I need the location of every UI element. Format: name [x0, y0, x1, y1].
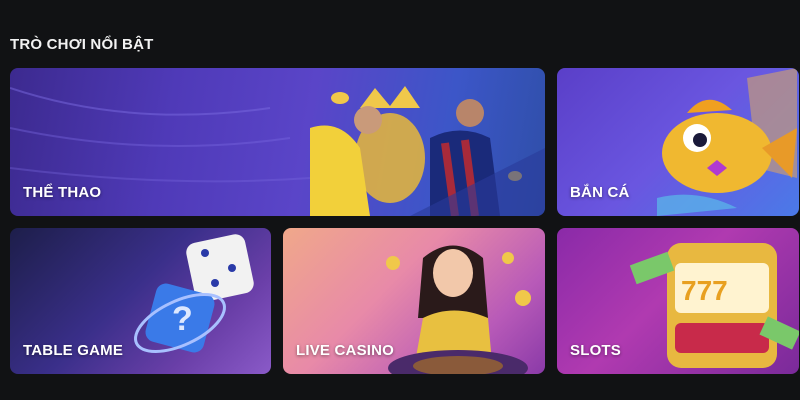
card-label: TABLE GAME	[23, 342, 124, 359]
card-label: SLOTS	[570, 342, 622, 359]
card-label: THỂ THAO	[23, 184, 102, 201]
game-card-sports[interactable]: THỂ THAO	[10, 68, 545, 216]
svg-text:777: 777	[681, 275, 728, 306]
section-title: TRÒ CHƠI NỔI BẬT	[10, 36, 154, 53]
game-card-live-casino[interactable]: LIVE CASINO	[283, 228, 545, 374]
game-card-fishing[interactable]: BẮN CÁ	[557, 68, 799, 216]
svg-text:?: ?	[172, 300, 193, 338]
card-label: LIVE CASINO	[296, 342, 395, 359]
card-label: BẮN CÁ	[570, 184, 630, 201]
game-card-table-game[interactable]: ? TABLE GAME	[10, 228, 271, 374]
game-card-slots[interactable]: 777 SLOTS	[557, 228, 799, 374]
